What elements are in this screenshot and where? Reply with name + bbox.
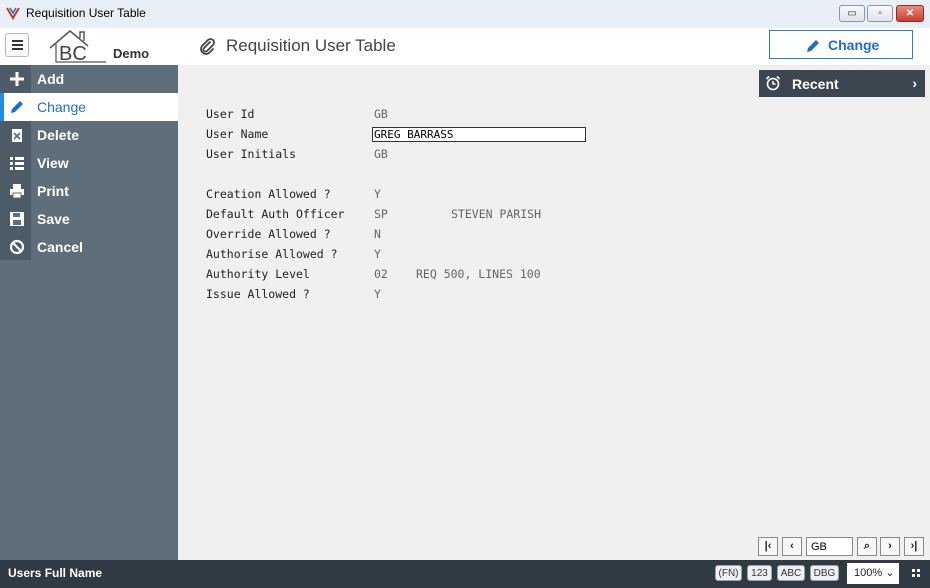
- sidebar-item-print[interactable]: Print: [0, 177, 178, 205]
- form-panel: User Id GB User Name User Initials GB Cr…: [178, 65, 930, 560]
- list-icon: [10, 157, 24, 170]
- logo-subtext: Demo: [113, 46, 150, 61]
- search-icon: ⌕: [863, 540, 871, 552]
- issue-allowed-value: Y: [374, 287, 381, 301]
- maximize-button[interactable]: ▫: [867, 5, 893, 22]
- caps-toggle[interactable]: ABC: [777, 565, 805, 581]
- change-button-label: Change: [828, 37, 880, 53]
- recent-button[interactable]: Recent ›: [759, 70, 925, 97]
- close-icon: ✕: [905, 8, 915, 19]
- hamburger-menu-button[interactable]: [5, 33, 29, 57]
- last-record-icon: ›|: [910, 540, 918, 552]
- default-auth-officer-label: Default Auth Officer: [206, 207, 345, 221]
- user-initials-label: User Initials: [206, 147, 297, 161]
- minimize-button[interactable]: ▭: [839, 5, 865, 22]
- authorise-allowed-value: Y: [374, 247, 381, 261]
- authority-level-value: 02: [374, 267, 388, 281]
- sidebar-item-label: Delete: [37, 127, 80, 143]
- sidebar-item-label: Add: [37, 71, 65, 87]
- creation-allowed-label: Creation Allowed ?: [206, 187, 331, 201]
- sidebar-item-cancel[interactable]: Cancel: [0, 233, 178, 261]
- user-name-input[interactable]: [372, 127, 586, 142]
- authorise-allowed-label: Authorise Allowed ?: [206, 247, 338, 261]
- window-title: Requisition User Table: [26, 6, 146, 20]
- user-id-value: GB: [374, 107, 388, 121]
- next-record-button[interactable]: ›: [880, 537, 900, 556]
- paperclip-icon: [200, 38, 215, 55]
- override-allowed-label: Override Allowed ?: [206, 227, 331, 241]
- chevron-right-icon: ›: [888, 540, 892, 552]
- window-titlebar: Requisition User Table ▭ ▫ ✕: [0, 0, 930, 29]
- plus-icon: [10, 72, 24, 86]
- app-header: BC Demo Requisition User Table Change: [0, 28, 930, 66]
- change-button[interactable]: Change: [769, 30, 913, 59]
- grid-icon[interactable]: [912, 569, 920, 577]
- pencil-icon: [807, 40, 819, 52]
- logo: BC Demo: [48, 28, 158, 64]
- sidebar-item-save[interactable]: Save: [0, 205, 178, 233]
- default-auth-officer-name: STEVEN PARISH: [451, 207, 542, 221]
- hamburger-icon-line: [12, 44, 23, 46]
- first-record-button[interactable]: |‹: [758, 537, 778, 556]
- house-logo-icon: BC: [49, 30, 106, 64]
- pencil-icon: [11, 101, 23, 113]
- sidebar-item-label: Print: [37, 183, 69, 199]
- page-title: Requisition User Table: [226, 36, 396, 55]
- recent-label: Recent: [792, 76, 839, 92]
- user-initials-value: GB: [374, 147, 388, 161]
- sidebar-item-label: Change: [37, 99, 87, 115]
- hamburger-icon-line: [12, 48, 23, 50]
- minimize-icon: ▭: [847, 8, 857, 19]
- printer-icon: [10, 184, 24, 199]
- previous-record-button[interactable]: ‹: [782, 537, 802, 556]
- sidebar-item-label: View: [37, 155, 69, 171]
- user-name-label: User Name: [206, 127, 269, 141]
- cancel-icon: [9, 239, 25, 255]
- status-bar: Users Full Name (FN) 123 ABC DBG 100% ⌄: [0, 560, 930, 588]
- sidebar-item-delete[interactable]: Delete: [0, 121, 178, 149]
- sidebar-item-change[interactable]: Change: [0, 93, 178, 121]
- save-icon: [10, 212, 24, 226]
- hamburger-icon: [12, 40, 23, 42]
- record-key-input[interactable]: [806, 537, 853, 556]
- chevron-right-icon: ›: [912, 75, 917, 91]
- issue-allowed-label: Issue Allowed ?: [206, 287, 310, 301]
- app-icon: [6, 7, 20, 20]
- sidebar-item-add[interactable]: Add: [0, 65, 178, 93]
- override-allowed-value: N: [374, 227, 381, 241]
- authority-level-description: REQ 500, LINES 100: [416, 267, 541, 281]
- search-button[interactable]: ⌕: [857, 537, 877, 556]
- creation-allowed-value: Y: [374, 187, 381, 201]
- status-text: Users Full Name: [8, 566, 103, 580]
- sidebar-item-view[interactable]: View: [0, 149, 178, 177]
- user-id-label: User Id: [206, 107, 255, 121]
- chevron-left-icon: ‹: [790, 540, 794, 552]
- zoom-select[interactable]: 100% ⌄: [847, 563, 899, 584]
- sidebar-item-label: Cancel: [37, 239, 83, 255]
- default-auth-officer-value: SP: [374, 207, 388, 221]
- last-record-button[interactable]: ›|: [904, 537, 924, 556]
- numeric-toggle[interactable]: 123: [747, 565, 772, 581]
- first-record-icon: |‹: [764, 540, 772, 552]
- svg-text:BC: BC: [59, 43, 87, 64]
- delete-icon: [12, 129, 22, 142]
- alarm-clock-icon: [765, 75, 781, 91]
- maximize-icon: ▫: [878, 8, 882, 19]
- sidebar: Add Change Delete View Print Save Cancel: [0, 65, 178, 560]
- fn-toggle[interactable]: (FN): [715, 565, 742, 581]
- close-button[interactable]: ✕: [896, 5, 924, 22]
- sidebar-item-label: Save: [37, 211, 70, 227]
- debug-toggle[interactable]: DBG: [810, 565, 839, 581]
- authority-level-label: Authority Level: [206, 267, 310, 281]
